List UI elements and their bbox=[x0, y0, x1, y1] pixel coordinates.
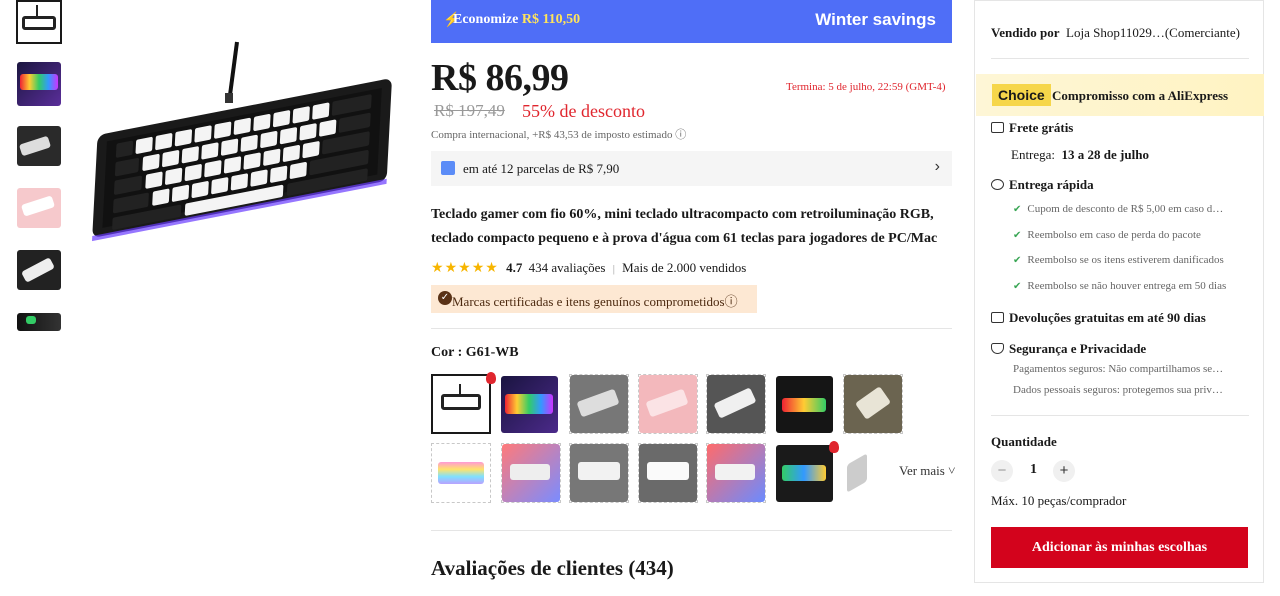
divider bbox=[431, 530, 952, 531]
security-item-2: Dados pessoais seguros: protegemos sua p… bbox=[1013, 384, 1223, 396]
hot-fire-icon bbox=[486, 372, 496, 384]
check-icon: ✔ bbox=[1013, 230, 1022, 241]
fast-item-3: ✔ Reembolso se os itens estiverem danific… bbox=[1013, 254, 1224, 266]
color-swatch-4[interactable] bbox=[638, 374, 698, 434]
return-box-icon bbox=[991, 312, 1004, 323]
certified-badge[interactable]: ✓ Marcas certificadas e itens genuínos c… bbox=[431, 285, 757, 313]
star-icon: ★ bbox=[444, 261, 458, 276]
installments-text: em até 12 parcelas de R$ 7,90 bbox=[463, 161, 620, 176]
color-swatch-3[interactable] bbox=[569, 374, 629, 434]
star-icon: ★ bbox=[431, 261, 444, 276]
color-swatch-10[interactable] bbox=[569, 443, 629, 503]
quantity-increase-button[interactable]: + bbox=[1053, 460, 1075, 482]
rating-row[interactable]: ★★★★★ 4.7 434 avaliações | Mais de 2.000… bbox=[431, 260, 746, 277]
star-icon: ★ bbox=[458, 261, 471, 276]
installments-icon bbox=[441, 161, 455, 175]
offer-end-time: Termina: 5 de julho, 22:59 (GMT-4) bbox=[786, 81, 946, 93]
seller-info[interactable]: Vendido por Loja Shop11029…(Comerciante) bbox=[991, 25, 1240, 41]
choice-tag: Choice bbox=[992, 84, 1051, 106]
fast-item-4: ✔ Reembolso se não houver entrega em 50 d… bbox=[1013, 280, 1227, 292]
delivery-dates: Entrega: 13 a 28 de julho bbox=[1011, 147, 1149, 162]
divider bbox=[431, 328, 952, 329]
check-icon: ✔ bbox=[1013, 281, 1022, 292]
divider bbox=[991, 415, 1249, 416]
star-half-icon: ★ bbox=[485, 261, 498, 276]
info-icon: ⓘ bbox=[724, 294, 738, 309]
quantity-decrease-button[interactable]: − bbox=[991, 460, 1013, 482]
color-swatch-12[interactable] bbox=[706, 443, 766, 503]
color-swatch-6[interactable] bbox=[776, 376, 833, 433]
check-circle-icon: ✓ bbox=[438, 291, 452, 305]
fast-item-1: ✔ Cupom de desconto de R$ 5,00 em caso d… bbox=[1013, 203, 1224, 215]
promo-savings: Economize R$ 110,50 bbox=[453, 12, 581, 27]
installments-row[interactable]: em até 12 parcelas de R$ 7,90 › bbox=[431, 151, 952, 186]
free-shipping: Frete grátis bbox=[991, 120, 1073, 136]
check-icon: ✔ bbox=[1013, 255, 1022, 266]
sold-count: Mais de 2.000 vendidos bbox=[622, 260, 747, 275]
product-main-image[interactable] bbox=[70, 0, 415, 250]
rating-value: 4.7 bbox=[506, 260, 523, 275]
color-swatch-8[interactable] bbox=[431, 443, 491, 503]
check-icon: ✔ bbox=[1013, 204, 1022, 215]
security-privacy[interactable]: Segurança e Privacidade bbox=[991, 341, 1146, 357]
truck-icon bbox=[991, 122, 1004, 133]
color-swatch-13[interactable] bbox=[776, 445, 833, 502]
color-swatch-1[interactable] bbox=[431, 374, 491, 434]
choice-banner: Choice Compromisso com a AliExpress bbox=[976, 74, 1264, 116]
reviews-heading: Avaliações de clientes (434) bbox=[431, 556, 674, 580]
chevron-right-icon: › bbox=[934, 158, 940, 175]
thumbnail-2[interactable] bbox=[16, 62, 62, 106]
add-to-choices-button[interactable]: Adicionar às minhas escolhas bbox=[991, 527, 1248, 568]
color-swatch-11[interactable] bbox=[638, 443, 698, 503]
color-swatch-5[interactable] bbox=[706, 374, 766, 434]
tax-note[interactable]: Compra internacional, +R$ 43,53 de impos… bbox=[431, 126, 686, 142]
purchase-panel: Vendido por Loja Shop11029…(Comerciante)… bbox=[974, 0, 1264, 583]
shield-icon bbox=[991, 343, 1004, 354]
color-swatch-7[interactable] bbox=[843, 374, 903, 434]
quantity-label: Quantidade bbox=[991, 434, 1057, 449]
original-price: R$ 197,49 bbox=[434, 101, 505, 120]
color-swatch-9[interactable] bbox=[501, 443, 561, 503]
thumbnail-1[interactable] bbox=[16, 0, 62, 44]
thumbnail-4[interactable] bbox=[16, 186, 62, 230]
fast-item-2: ✔ Reembolso em caso de perda do pacote bbox=[1013, 229, 1201, 241]
color-swatch-2[interactable] bbox=[501, 376, 558, 433]
quantity-value: 1 bbox=[1030, 462, 1037, 477]
separator: | bbox=[612, 263, 615, 275]
certified-text: Marcas certificadas e itens genuínos com… bbox=[452, 294, 738, 309]
thumbnail-6[interactable] bbox=[16, 310, 62, 332]
product-title: Teclado gamer com fio 60%, mini teclado … bbox=[431, 207, 938, 246]
promo-campaign: Winter savings bbox=[815, 10, 936, 29]
hot-fire-icon bbox=[829, 441, 839, 453]
star-icon: ★ bbox=[471, 261, 485, 276]
fast-delivery[interactable]: Entrega rápida bbox=[991, 177, 1094, 193]
color-swatch-14[interactable] bbox=[845, 445, 870, 502]
clock-icon bbox=[991, 179, 1004, 190]
color-label: Cor : G61-WB bbox=[431, 345, 519, 360]
thumbnail-3[interactable] bbox=[16, 124, 62, 168]
divider bbox=[991, 58, 1249, 59]
security-item-1: Pagamentos seguros: Não compartilhamos s… bbox=[1013, 363, 1224, 375]
max-per-buyer: Máx. 10 peças/comprador bbox=[991, 493, 1127, 508]
discount-percent: 55% de desconto bbox=[522, 101, 645, 121]
current-price: R$ 86,99 bbox=[431, 57, 569, 99]
reviews-count[interactable]: 434 avaliações bbox=[529, 260, 606, 275]
promo-banner: ⚡ Economize R$ 110,50 Winter savings bbox=[431, 0, 952, 43]
free-returns[interactable]: Devoluções gratuitas em até 90 dias bbox=[991, 310, 1206, 326]
thumbnail-5[interactable] bbox=[16, 248, 62, 292]
choice-commitment: Compromisso com a AliExpress bbox=[1052, 88, 1229, 103]
see-more-colors[interactable]: Ver mais ˅ bbox=[899, 463, 955, 479]
